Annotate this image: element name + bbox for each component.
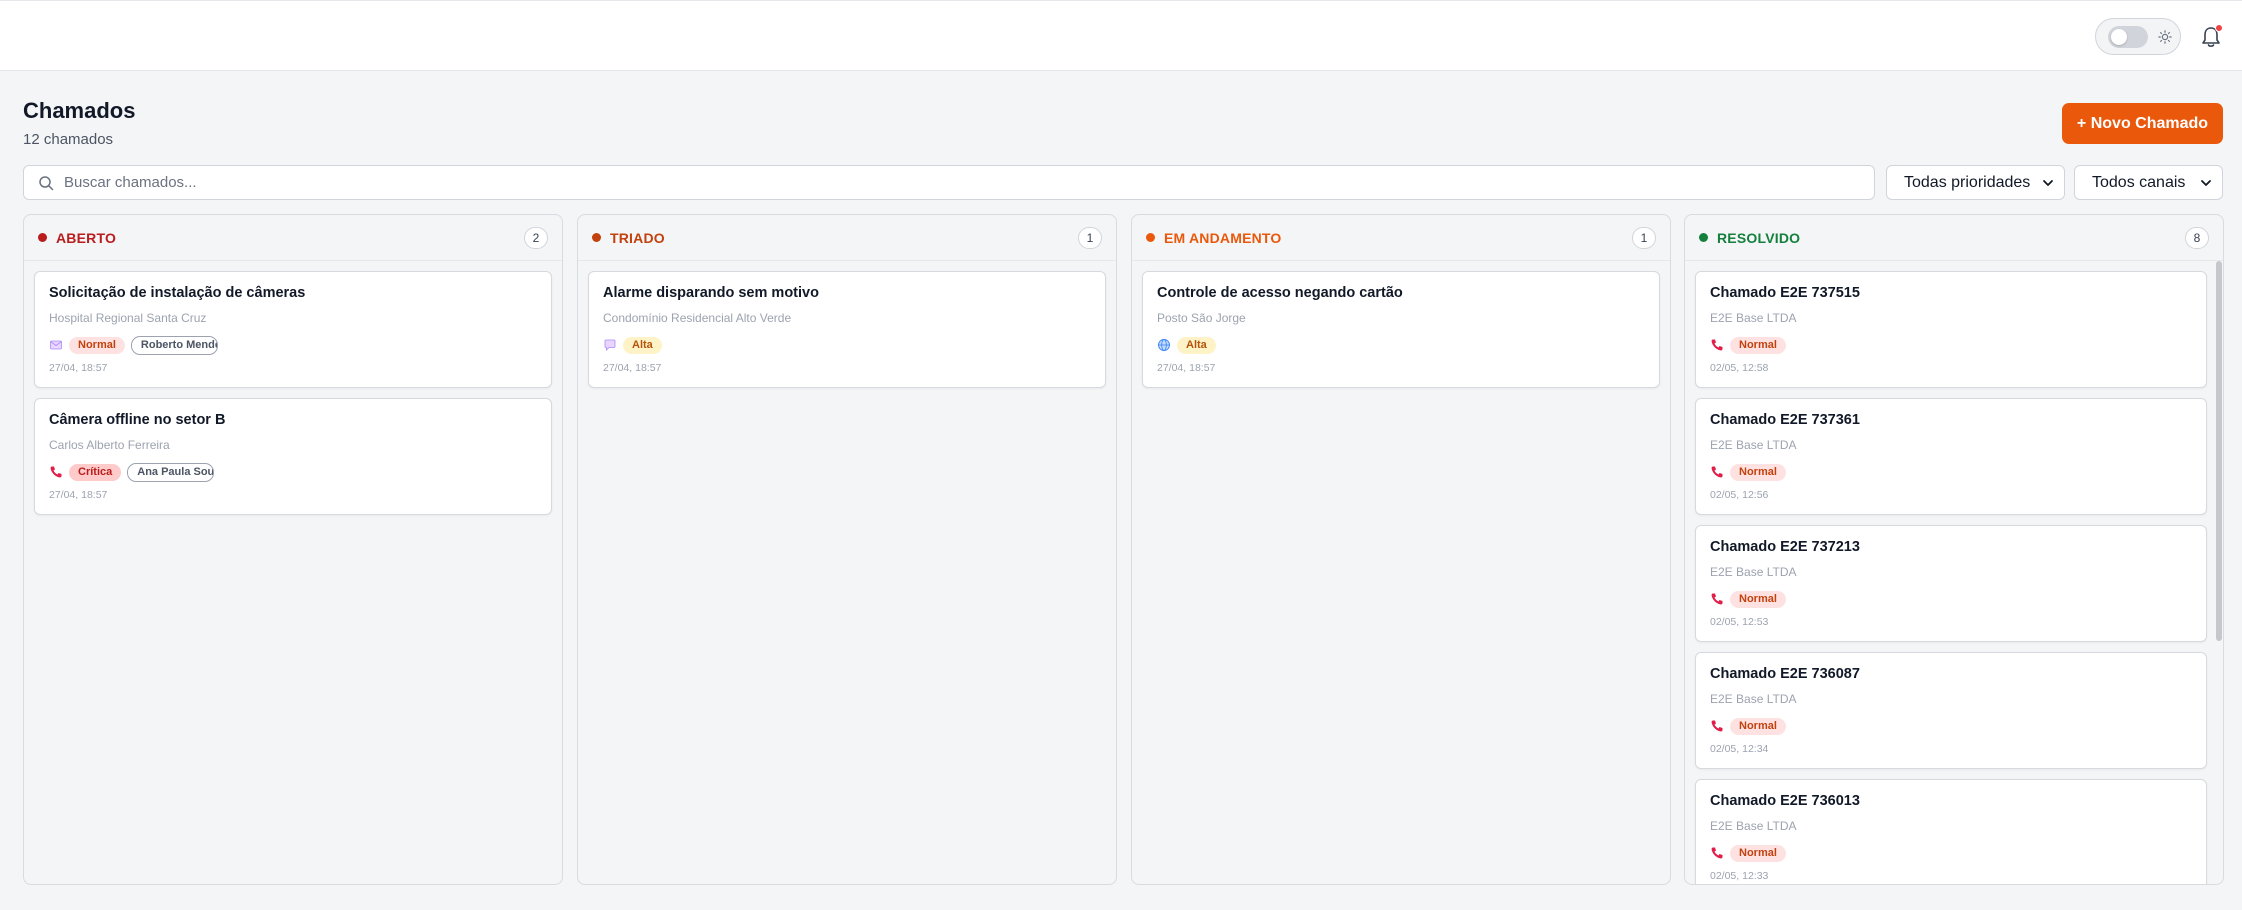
theme-toggle[interactable] <box>2095 18 2181 55</box>
ticket-client: E2E Base LTDA <box>1710 438 1797 452</box>
ticket-card[interactable]: Chamado E2E 737361 E2E Base LTDA Normal … <box>1695 398 2207 515</box>
column-resolvido: RESOLVIDO 8 Chamado E2E 737515 E2E Base … <box>1684 214 2224 885</box>
globe-icon <box>1158 339 1170 351</box>
status-dot <box>38 233 47 242</box>
column-title: RESOLVIDO <box>1717 229 1801 246</box>
priority-badge: Normal <box>69 336 125 354</box>
priority-badge: Normal <box>1730 590 1786 608</box>
priority-badge: Normal <box>1730 844 1786 862</box>
ticket-title: Controle de acesso negando cartão <box>1157 285 1403 301</box>
ticket-client: Hospital Regional Santa Cruz <box>49 311 207 325</box>
chevron-down-icon <box>2201 179 2211 186</box>
toggle-track[interactable] <box>2108 25 2148 48</box>
ticket-client: Posto São Jorge <box>1157 311 1246 325</box>
priority-badge: Alta <box>623 336 662 354</box>
ticket-date: 27/04, 18:57 <box>603 362 662 374</box>
notifications-button[interactable] <box>2200 24 2223 49</box>
column-title: EM ANDAMENTO <box>1164 229 1282 246</box>
notification-dot <box>2215 24 2223 32</box>
ticket-date: 27/04, 18:57 <box>49 489 108 501</box>
ticket-client: E2E Base LTDA <box>1710 565 1797 579</box>
chevron-down-icon <box>2043 179 2053 186</box>
column-scrollbar[interactable] <box>2216 261 2222 641</box>
ticket-date: 02/05, 12:34 <box>1710 743 1769 755</box>
ticket-client: E2E Base LTDA <box>1710 311 1797 325</box>
channel-filter-select[interactable]: Todos canais <box>2074 165 2223 200</box>
ticket-card[interactable]: Câmera offline no setor B Carlos Alberto… <box>34 398 552 515</box>
column-count-badge: 8 <box>2185 226 2209 249</box>
new-ticket-button[interactable]: + Novo Chamado <box>2062 103 2223 144</box>
priority-filter-select[interactable]: Todas prioridades <box>1886 165 2065 200</box>
assignee-chip: Roberto Mendes <box>130 335 218 355</box>
column-count-badge: 1 <box>1632 226 1656 249</box>
status-dot <box>1699 233 1708 242</box>
ticket-client: E2E Base LTDA <box>1710 819 1797 833</box>
phone-icon <box>50 466 62 478</box>
tickets-count: 12 chamados <box>23 131 114 148</box>
priority-badge: Normal <box>1730 463 1786 481</box>
ticket-title: Solicitação de instalação de câmeras <box>49 285 306 301</box>
phone-icon <box>1711 593 1723 605</box>
ticket-title: Câmera offline no setor B <box>49 412 226 428</box>
column-count-badge: 1 <box>1078 226 1102 249</box>
phone-icon <box>1711 466 1723 478</box>
ticket-card[interactable]: Chamado E2E 737515 E2E Base LTDA Normal … <box>1695 271 2207 388</box>
phone-icon <box>1711 847 1723 859</box>
search-icon <box>39 175 54 190</box>
column-header: ABERTO 2 <box>24 215 562 261</box>
column-header: RESOLVIDO 8 <box>1685 215 2223 261</box>
ticket-date: 02/05, 12:56 <box>1710 489 1769 501</box>
priority-badge: Normal <box>1730 336 1786 354</box>
ticket-card[interactable]: Chamado E2E 737213 E2E Base LTDA Normal … <box>1695 525 2207 642</box>
ticket-client: Condomínio Residencial Alto Verde <box>603 311 792 325</box>
ticket-date: 02/05, 12:58 <box>1710 362 1769 374</box>
column-em-andamento: EM ANDAMENTO 1 Controle de acesso negand… <box>1131 214 1671 885</box>
ticket-client: Carlos Alberto Ferreira <box>49 438 170 452</box>
column-title: ABERTO <box>56 229 117 246</box>
page-title: Chamados <box>23 98 136 123</box>
column-title: TRIADO <box>610 229 665 246</box>
ticket-title: Chamado E2E 737213 <box>1710 539 1860 555</box>
priority-filter-value: Todas prioridades <box>1904 173 2031 191</box>
channel-filter-value: Todos canais <box>2092 173 2186 191</box>
ticket-title: Chamado E2E 736013 <box>1710 793 1860 809</box>
priority-badge: Alta <box>1177 336 1216 354</box>
assignee-chip: Ana Paula Souza <box>127 462 215 482</box>
ticket-title: Chamado E2E 737515 <box>1710 285 1860 301</box>
ticket-date: 02/05, 12:53 <box>1710 616 1769 628</box>
chat-icon <box>604 339 616 351</box>
email-icon <box>50 340 62 350</box>
ticket-title: Chamado E2E 736087 <box>1710 666 1860 682</box>
ticket-card[interactable]: Controle de acesso negando cartão Posto … <box>1142 271 1660 388</box>
priority-badge: Crítica <box>69 463 122 481</box>
status-dot <box>1146 233 1155 242</box>
ticket-card[interactable]: Chamado E2E 736013 E2E Base LTDA Normal … <box>1695 779 2207 884</box>
ticket-date: 27/04, 18:57 <box>49 362 108 374</box>
ticket-title: Alarme disparando sem motivo <box>603 285 819 301</box>
priority-badge: Normal <box>1730 717 1786 735</box>
column-header: EM ANDAMENTO 1 <box>1132 215 1670 261</box>
status-dot <box>592 233 601 242</box>
column-count-badge: 2 <box>524 226 548 249</box>
toggle-knob <box>2111 28 2127 45</box>
column-aberto: ABERTO 2 Solicitação de instalação de câ… <box>23 214 563 885</box>
ticket-card[interactable]: Chamado E2E 736087 E2E Base LTDA Normal … <box>1695 652 2207 769</box>
ticket-title: Chamado E2E 737361 <box>1710 412 1860 428</box>
ticket-date: 27/04, 18:57 <box>1157 362 1216 374</box>
ticket-date: 02/05, 12:33 <box>1710 870 1769 882</box>
top-bar <box>0 0 2242 71</box>
ticket-card[interactable]: Solicitação de instalação de câmeras Hos… <box>34 271 552 388</box>
column-header: TRIADO 1 <box>578 215 1116 261</box>
sun-icon <box>2158 29 2172 44</box>
search-input[interactable] <box>64 167 1874 198</box>
column-triado: TRIADO 1 Alarme disparando sem motivo Co… <box>577 214 1117 885</box>
phone-icon <box>1711 720 1723 732</box>
ticket-client: E2E Base LTDA <box>1710 692 1797 706</box>
ticket-card[interactable]: Alarme disparando sem motivo Condomínio … <box>588 271 1106 388</box>
search-box[interactable] <box>23 165 1875 200</box>
phone-icon <box>1711 339 1723 351</box>
